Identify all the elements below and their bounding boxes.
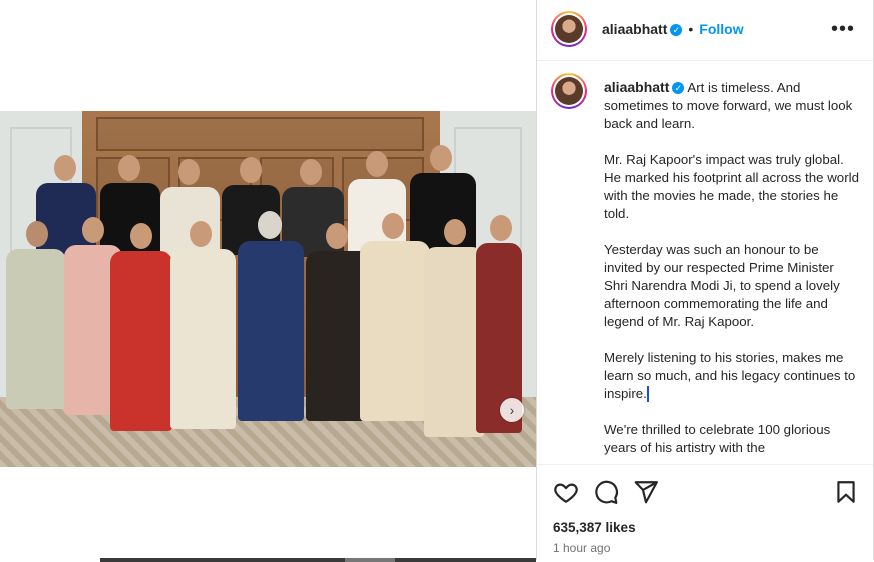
caption-paragraph: Merely listening to his stories, makes m… xyxy=(604,350,856,401)
next-image-button[interactable]: › xyxy=(500,398,524,422)
post-actions: 635,387 likes 1 hour ago xyxy=(537,464,873,561)
verified-badge-icon: ✓ xyxy=(670,23,683,36)
bottom-scroll-thumb[interactable] xyxy=(345,558,395,562)
header-user-line: aliaabhatt ✓ • Follow xyxy=(602,21,744,39)
post-media-pane: › xyxy=(0,0,536,562)
likes-count[interactable]: 635,387 likes xyxy=(553,520,636,535)
bottom-scroll-track xyxy=(100,558,536,562)
caption-area: aliaabhatt ✓ Art is timeless. And sometim… xyxy=(537,61,873,464)
caption-username[interactable]: aliaabhatt xyxy=(604,79,669,95)
post-photo[interactable]: › xyxy=(0,111,536,467)
verified-badge-icon: ✓ xyxy=(672,82,685,95)
caption-author-avatar[interactable] xyxy=(551,73,587,109)
post-caption: aliaabhatt ✓ Art is timeless. And sometim… xyxy=(604,78,860,464)
text-cursor xyxy=(646,386,649,403)
bookmark-icon[interactable] xyxy=(833,479,859,505)
post-timestamp[interactable]: 1 hour ago xyxy=(553,541,610,555)
heart-icon[interactable] xyxy=(553,479,579,505)
header-username[interactable]: aliaabhatt xyxy=(602,21,667,37)
chevron-right-icon: › xyxy=(509,402,515,418)
post-header: aliaabhatt ✓ • Follow ••• xyxy=(537,0,873,61)
author-avatar[interactable] xyxy=(551,11,587,47)
separator-dot: • xyxy=(688,21,694,37)
caption-paragraph: Yesterday was such an honour to be invit… xyxy=(604,242,840,329)
comment-icon[interactable] xyxy=(593,479,619,505)
follow-button[interactable]: Follow xyxy=(699,21,743,37)
post-details-pane: aliaabhatt ✓ • Follow ••• aliaabhatt ✓ Art i… xyxy=(536,0,874,560)
caption-paragraph: We're thrilled to celebrate 100 glorious… xyxy=(604,422,831,455)
send-icon[interactable] xyxy=(633,479,659,505)
more-options-icon[interactable]: ••• xyxy=(831,18,855,41)
caption-paragraph: Mr. Raj Kapoor's impact was truly global… xyxy=(604,152,859,221)
